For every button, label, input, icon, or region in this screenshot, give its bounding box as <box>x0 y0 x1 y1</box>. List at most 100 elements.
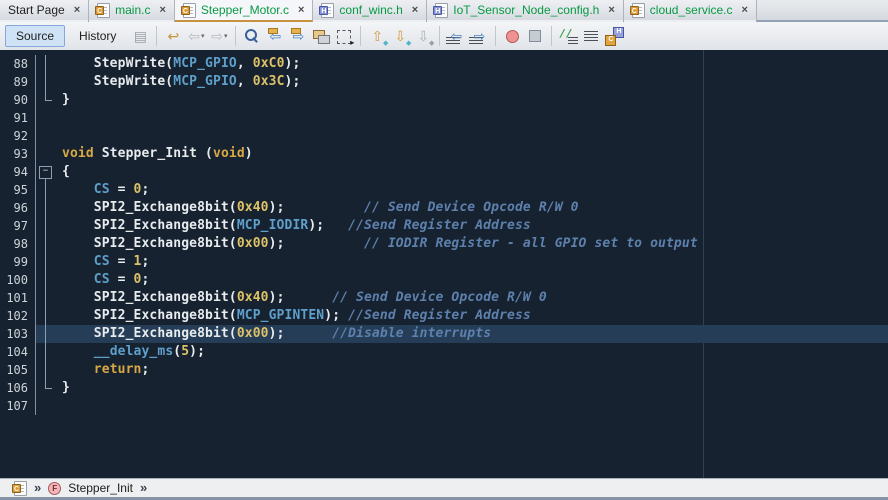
find-icon[interactable] <box>242 27 262 46</box>
code-text[interactable]: void Stepper_Init (void) <box>62 145 888 163</box>
line-number[interactable]: 90 <box>0 91 36 109</box>
code-text[interactable]: CS = 0; <box>62 271 888 289</box>
line-number[interactable]: 97 <box>0 217 36 235</box>
line-number[interactable]: 100 <box>0 271 36 289</box>
close-tab-icon[interactable]: × <box>742 4 748 16</box>
next-occurrence-icon[interactable]: ⇩ <box>390 27 410 46</box>
line-number[interactable]: 107 <box>0 397 36 415</box>
find-next-icon[interactable]: ⇨ <box>288 27 308 46</box>
close-tab-icon[interactable]: × <box>412 4 418 16</box>
code-line-100[interactable]: 100 CS = 0; <box>0 271 888 289</box>
toggle-highlight-search-icon[interactable] <box>311 27 331 46</box>
code-text[interactable]: SPI2_Exchange8bit(MCP_GPINTEN); //Send R… <box>62 307 888 325</box>
line-number[interactable]: 99 <box>0 253 36 271</box>
line-number[interactable]: 104 <box>0 343 36 361</box>
code-text[interactable]: { <box>62 163 888 181</box>
code-line-106[interactable]: 106} <box>0 379 888 397</box>
code-text[interactable]: SPI2_Exchange8bit(0x40); // Send Device … <box>62 199 888 217</box>
code-text[interactable]: CS = 0; <box>62 181 888 199</box>
line-number[interactable]: 103 <box>0 325 36 343</box>
source-button[interactable]: Source <box>5 25 65 47</box>
code-text[interactable]: SPI2_Exchange8bit(MCP_IODIR); //Send Reg… <box>62 217 888 235</box>
code-line-93[interactable]: 93 void Stepper_Init (void) <box>0 145 888 163</box>
previous-occurrence-icon[interactable]: ⇧ <box>367 27 387 46</box>
code-text[interactable]: StepWrite(MCP_GPIO, 0x3C); <box>62 73 888 91</box>
tab-start-page[interactable]: Start Page× <box>0 0 89 22</box>
line-number[interactable]: 105 <box>0 361 36 379</box>
code-text[interactable]: } <box>62 379 888 397</box>
line-number[interactable]: 101 <box>0 289 36 307</box>
uncomment-icon[interactable] <box>581 27 601 46</box>
code-text[interactable] <box>62 397 888 415</box>
code-line-96[interactable]: 96 SPI2_Exchange8bit(0x40); // Send Devi… <box>0 199 888 217</box>
fold-toggle-icon[interactable] <box>36 163 62 181</box>
find-previous-icon[interactable]: ⇦ <box>265 27 285 46</box>
comment-icon[interactable] <box>558 27 578 46</box>
code-line-107[interactable]: 107 <box>0 397 888 415</box>
line-number[interactable]: 93 <box>0 145 36 163</box>
code-line-97[interactable]: 97 SPI2_Exchange8bit(MCP_IODIR); //Send … <box>0 217 888 235</box>
code-line-104[interactable]: 104 __delay_ms(5); <box>0 343 888 361</box>
shift-right-icon[interactable]: ⇨ <box>469 27 489 46</box>
dropdown-arrow-icon[interactable]: ▾ <box>201 32 205 40</box>
code-editor[interactable]: 88 StepWrite(MCP_GPIO, 0xC0);89 StepWrit… <box>0 50 888 478</box>
line-number[interactable]: 102 <box>0 307 36 325</box>
line-number[interactable]: 96 <box>0 199 36 217</box>
code-text[interactable]: SPI2_Exchange8bit(0x40); // Send Device … <box>62 289 888 307</box>
tab-iot-sensor-node-config-h[interactable]: HIoT_Sensor_Node_config.h× <box>427 0 624 22</box>
fold-guide <box>36 91 62 109</box>
close-tab-icon[interactable]: × <box>74 4 80 16</box>
function-badge-icon: F <box>48 482 61 495</box>
code-line-105[interactable]: 105 return; <box>0 361 888 379</box>
line-number[interactable]: 91 <box>0 109 36 127</box>
code-text[interactable]: StepWrite(MCP_GPIO, 0xC0); <box>62 55 888 73</box>
last-edit-position-icon[interactable]: ▤ <box>130 27 150 46</box>
line-number[interactable]: 92 <box>0 127 36 145</box>
code-line-88[interactable]: 88 StepWrite(MCP_GPIO, 0xC0); <box>0 55 888 73</box>
code-text[interactable]: CS = 1; <box>62 253 888 271</box>
tab-main-c[interactable]: Cmain.c× <box>89 0 175 22</box>
dropdown-arrow-icon[interactable]: ▾ <box>224 32 228 40</box>
code-line-102[interactable]: 102 SPI2_Exchange8bit(MCP_GPINTEN); //Se… <box>0 307 888 325</box>
start-macro-recording-icon[interactable] <box>502 27 522 46</box>
line-number[interactable]: 94 <box>0 163 36 181</box>
line-number[interactable]: 98 <box>0 235 36 253</box>
jump-back-icon[interactable]: ↩ <box>163 27 183 46</box>
navigate-back-icon[interactable]: ⇦▾ <box>186 27 206 46</box>
tab-stepper-motor-c[interactable]: CStepper_Motor.c× <box>175 0 314 22</box>
history-button[interactable]: History <box>68 25 127 47</box>
code-line-89[interactable]: 89 StepWrite(MCP_GPIO, 0x3C); <box>0 73 888 91</box>
code-text[interactable] <box>62 127 888 145</box>
code-line-92[interactable]: 92 <box>0 127 888 145</box>
code-text[interactable] <box>62 109 888 127</box>
breadcrumb-function[interactable]: Stepper_Init <box>68 481 133 495</box>
code-text[interactable]: SPI2_Exchange8bit(0x00); // IODIR Regist… <box>62 235 888 253</box>
navigate-forward-icon[interactable]: ⇨▾ <box>209 27 229 46</box>
code-line-99[interactable]: 99 CS = 1; <box>0 253 888 271</box>
tab-cloud-service-c[interactable]: Ccloud_service.c× <box>624 0 757 22</box>
toggle-occurrences-icon[interactable]: ⇩ <box>413 27 433 46</box>
stop-macro-recording-icon[interactable] <box>525 27 545 46</box>
code-line-101[interactable]: 101 SPI2_Exchange8bit(0x40); // Send Dev… <box>0 289 888 307</box>
code-line-94[interactable]: 94 { <box>0 163 888 181</box>
close-tab-icon[interactable]: × <box>298 4 304 16</box>
shift-left-icon[interactable]: ⇦ <box>446 27 466 46</box>
close-tab-icon[interactable]: × <box>159 4 165 16</box>
code-line-91[interactable]: 91 <box>0 109 888 127</box>
header-source-toggle-icon[interactable] <box>604 27 624 46</box>
line-number[interactable]: 89 <box>0 73 36 91</box>
line-number[interactable]: 88 <box>0 55 36 73</box>
tab-conf-winc-h[interactable]: Hconf_winc.h× <box>313 0 427 22</box>
code-line-103[interactable]: 103 SPI2_Exchange8bit(0x00); //Disable i… <box>0 325 888 343</box>
rectangular-selection-icon[interactable] <box>334 27 354 46</box>
code-line-95[interactable]: 95 CS = 0; <box>0 181 888 199</box>
code-text[interactable]: __delay_ms(5); <box>62 343 888 361</box>
code-line-90[interactable]: 90} <box>0 91 888 109</box>
code-line-98[interactable]: 98 SPI2_Exchange8bit(0x00); // IODIR Reg… <box>0 235 888 253</box>
line-number[interactable]: 95 <box>0 181 36 199</box>
close-tab-icon[interactable]: × <box>608 4 614 16</box>
code-text[interactable]: } <box>62 91 888 109</box>
code-text[interactable]: SPI2_Exchange8bit(0x00); //Disable inter… <box>62 325 888 343</box>
code-text[interactable]: return; <box>62 361 888 379</box>
line-number[interactable]: 106 <box>0 379 36 397</box>
